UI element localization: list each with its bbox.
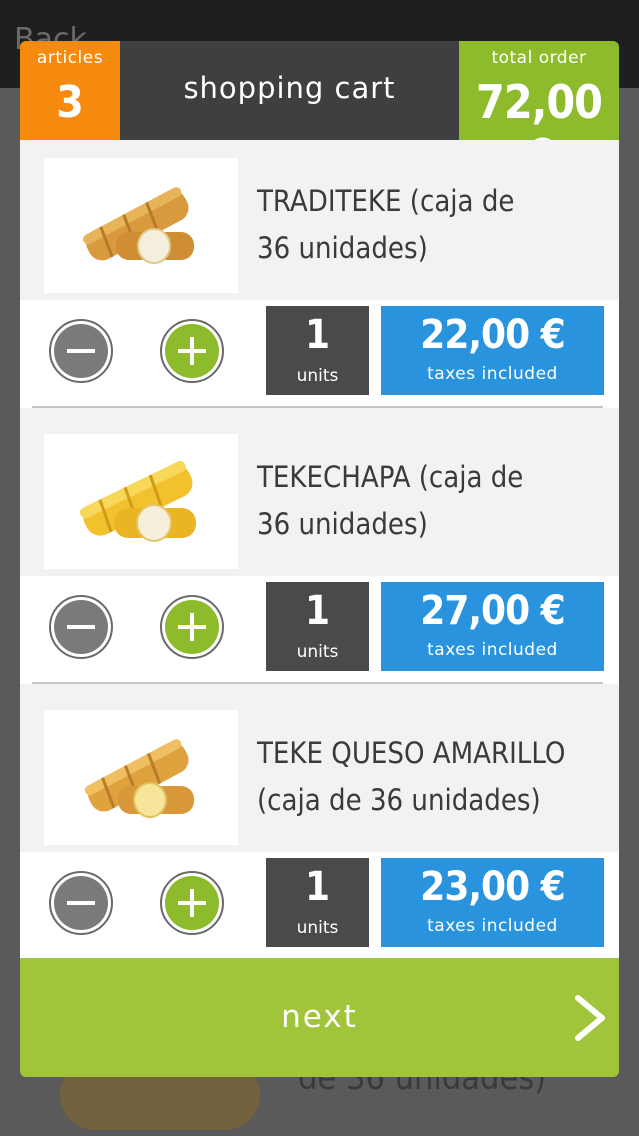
product-name: TEKE QUESO AMARILLO (caja de 36 unidades… bbox=[257, 736, 566, 817]
cart-item: TEKE QUESO AMARILLO (caja de 36 unidades… bbox=[20, 692, 619, 968]
minus-circle-icon bbox=[54, 600, 108, 654]
page-title: shopping cart bbox=[183, 71, 396, 105]
quantity-value: 1 bbox=[304, 864, 331, 910]
tax-note: taxes included bbox=[427, 640, 558, 660]
quantity-display: 1 units bbox=[266, 306, 369, 395]
quantity-display: 1 units bbox=[266, 582, 369, 671]
quantity-unit: units bbox=[296, 366, 339, 386]
plus-circle-icon bbox=[165, 876, 219, 930]
chevron-right-icon bbox=[575, 995, 605, 1041]
decrease-quantity-button[interactable] bbox=[49, 319, 113, 383]
quantity-value: 1 bbox=[304, 588, 331, 634]
articles-count: 3 bbox=[56, 77, 84, 128]
increase-quantity-button[interactable] bbox=[160, 871, 224, 935]
plus-circle-icon bbox=[165, 600, 219, 654]
product-image bbox=[44, 434, 238, 569]
divider bbox=[32, 682, 603, 684]
product-name: TEKECHAPA (caja de 36 unidades) bbox=[257, 460, 524, 541]
decrease-quantity-button[interactable] bbox=[49, 871, 113, 935]
next-label: next bbox=[281, 999, 358, 1035]
plus-circle-icon bbox=[165, 324, 219, 378]
decrease-quantity-button[interactable] bbox=[49, 595, 113, 659]
cart-item-list: TRADITEKE (caja de 36 unidades) 1 units … bbox=[20, 140, 619, 960]
price-value: 23,00 € bbox=[420, 864, 565, 910]
quantity-display: 1 units bbox=[266, 858, 369, 947]
price-value: 22,00 € bbox=[420, 312, 565, 358]
tequeno-image bbox=[84, 739, 194, 818]
total-order-label: total order bbox=[491, 48, 587, 68]
increase-quantity-button[interactable] bbox=[160, 595, 224, 659]
minus-circle-icon bbox=[54, 324, 108, 378]
price-box: 27,00 € taxes included bbox=[381, 582, 604, 671]
cart-header: articles 3 shopping cart total order 72,… bbox=[20, 41, 619, 183]
quantity-unit: units bbox=[296, 642, 339, 662]
articles-label: articles bbox=[36, 48, 104, 68]
divider bbox=[32, 406, 603, 408]
cart-item: TEKECHAPA (caja de 36 unidades) 1 units … bbox=[20, 416, 619, 692]
product-name: TRADITEKE (caja de 36 unidades) bbox=[257, 184, 515, 265]
shopping-cart-modal: articles 3 shopping cart total order 72,… bbox=[20, 41, 619, 1077]
tax-note: taxes included bbox=[427, 364, 558, 384]
item-controls: 1 units 27,00 € taxes included bbox=[20, 576, 619, 684]
product-image bbox=[44, 158, 238, 293]
price-box: 22,00 € taxes included bbox=[381, 306, 604, 395]
price-value: 27,00 € bbox=[420, 588, 565, 634]
total-order-box: total order 72,00 € bbox=[459, 41, 619, 183]
product-image bbox=[44, 710, 238, 845]
next-button[interactable]: next bbox=[20, 958, 619, 1077]
cart-item: TRADITEKE (caja de 36 unidades) 1 units … bbox=[20, 140, 619, 416]
quantity-value: 1 bbox=[304, 312, 331, 358]
quantity-unit: units bbox=[296, 918, 339, 938]
increase-quantity-button[interactable] bbox=[160, 319, 224, 383]
tax-note: taxes included bbox=[427, 916, 558, 936]
minus-circle-icon bbox=[54, 876, 108, 930]
item-controls: 1 units 23,00 € taxes included bbox=[20, 852, 619, 960]
price-box: 23,00 € taxes included bbox=[381, 858, 604, 947]
tequeno-image bbox=[83, 187, 194, 264]
tequeno-image bbox=[80, 460, 196, 542]
articles-counter: articles 3 bbox=[20, 41, 120, 140]
item-controls: 1 units 22,00 € taxes included bbox=[20, 300, 619, 408]
